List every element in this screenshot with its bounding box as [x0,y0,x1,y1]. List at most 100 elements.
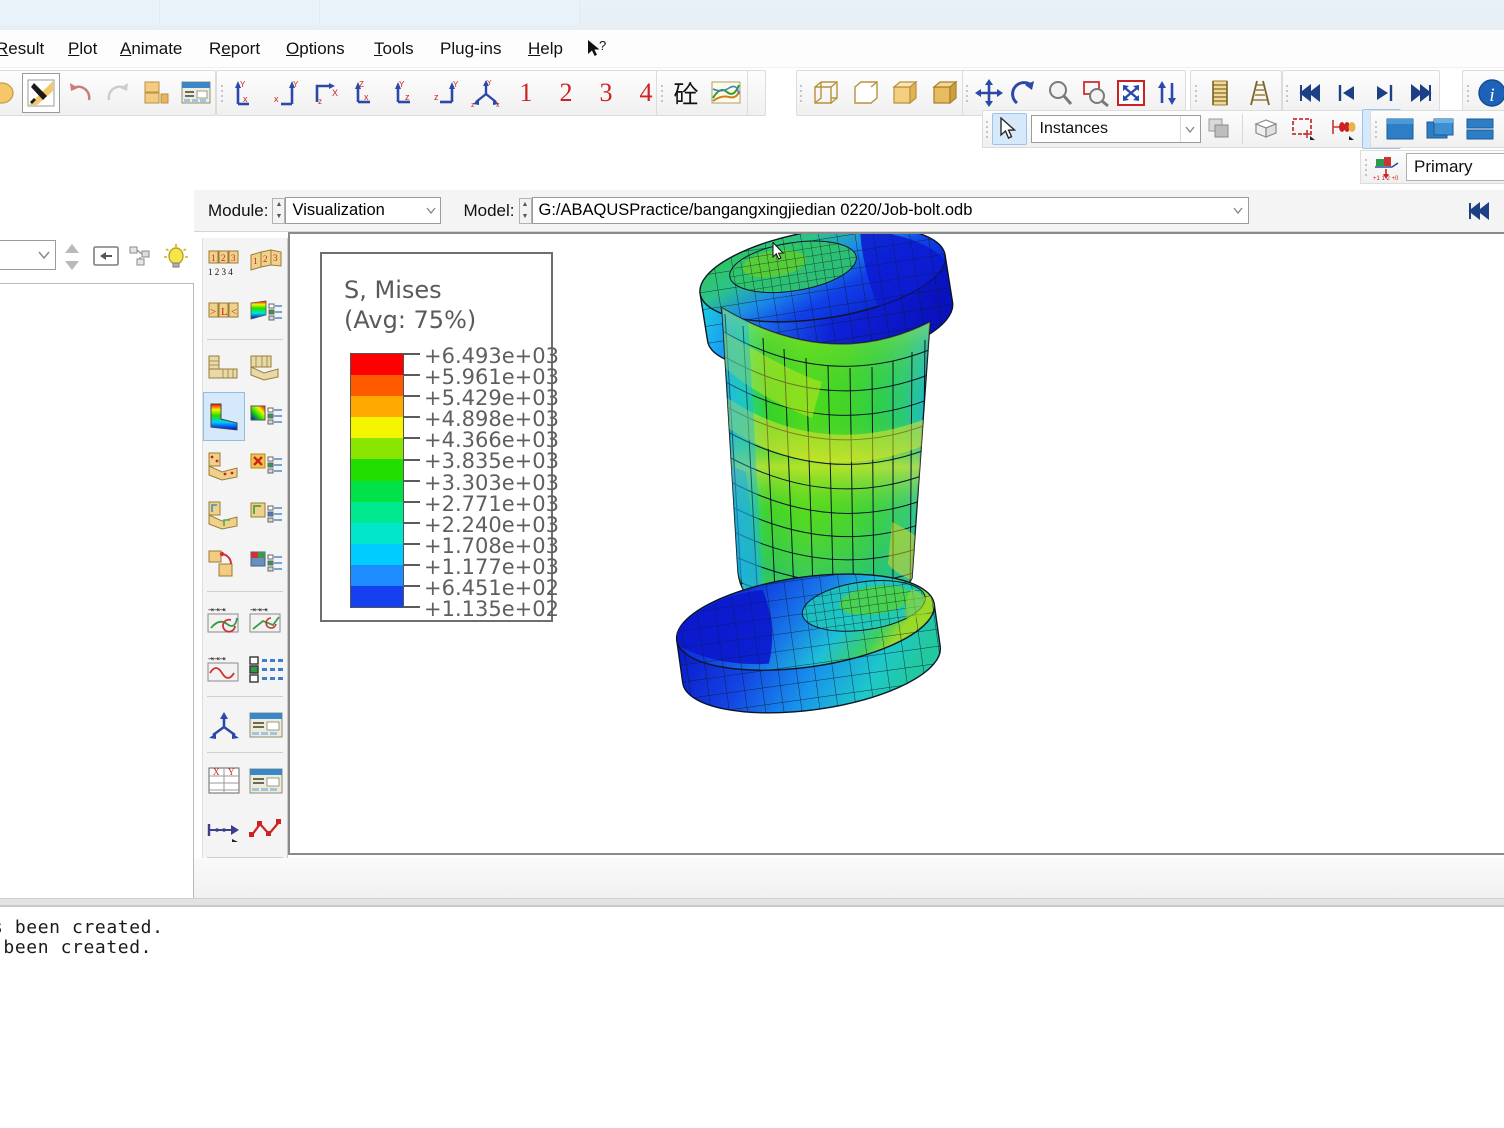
chevron-down-icon[interactable] [1179,116,1200,142]
menu-animate[interactable]: Animate [120,39,182,59]
symbol-plot-icon[interactable] [203,441,245,490]
context-help-icon[interactable]: ? [586,38,608,65]
tree-spinner-icon[interactable] [62,242,82,277]
view-zx-rot-icon[interactable]: Z x [346,73,386,113]
xy-data-from-ascii-icon[interactable]: ⇥⇥⇥ [203,644,245,693]
concrete-plugin-icon[interactable]: 砼 [666,73,706,113]
menu-result[interactable]: RResultesult [0,39,44,59]
message-area[interactable]: s been created. been created. [0,905,1504,1128]
view-yz-icon[interactable]: Y z [386,73,426,113]
menu-options[interactable]: Options [286,39,345,59]
sets-icon[interactable] [128,245,154,274]
replace-group-icon[interactable] [1246,109,1285,149]
model-tree-icon[interactable] [138,73,177,113]
info-icon[interactable]: i [1472,73,1504,113]
create-path-icon[interactable] [203,805,245,854]
view-preset-3[interactable]: 3 [586,73,626,113]
display-group-icon[interactable] [1201,109,1240,149]
plot-symbol-icon[interactable]: > L < [203,287,245,336]
common-options-icon[interactable] [245,343,287,392]
toolbar-grip[interactable] [1283,79,1291,107]
toolbar-grip[interactable] [963,79,971,107]
toolbar-grip[interactable] [1371,115,1380,143]
menu-plot[interactable]: Plot [68,39,97,59]
last-frame-icon[interactable] [1402,73,1439,113]
view-zx-icon[interactable]: X z [306,73,346,113]
chevron-down-icon[interactable] [33,241,55,269]
deformed-bolt-contour-plot[interactable] [630,234,1050,728]
filled-icon[interactable] [925,73,965,113]
superimpose-icon[interactable] [203,539,245,588]
wireframe-icon[interactable] [806,73,846,113]
view-xy-icon[interactable]: Y x [226,73,266,113]
xy-plot-plugin-icon[interactable] [706,73,746,113]
model-spinner[interactable]: ▲ ▼ [518,197,532,224]
iso-view-1-icon[interactable]: Y z x [466,73,506,113]
toolbar-grip[interactable] [1361,153,1370,181]
contour-plot-icon[interactable] [203,392,246,441]
shaded-icon[interactable] [885,73,925,113]
menu-help[interactable]: Help [528,39,563,59]
superimpose-options-icon[interactable] [245,539,287,588]
menu-plugins[interactable]: Plug-ins [440,39,501,59]
chevron-down-icon[interactable] [421,198,440,223]
toolbar-grip[interactable] [217,79,226,107]
toolbar-grip[interactable] [797,79,806,107]
pan-icon[interactable] [971,73,1007,113]
next-frame-icon[interactable] [1365,73,1402,113]
hidden-line-icon[interactable] [846,73,886,113]
cycle-icon[interactable] [1149,73,1185,113]
create-xy-data-icon[interactable]: X Y [203,756,245,805]
first-step-icon[interactable] [1460,191,1500,231]
go-up-folder-icon[interactable] [92,243,120,274]
redo-icon[interactable] [99,73,138,113]
overlay-viewport-icon[interactable] [1420,109,1460,149]
first-frame-icon[interactable] [1291,73,1328,113]
tree-filter-select[interactable] [0,240,56,270]
tile-vertical-icon[interactable] [1500,109,1504,149]
magnify-icon[interactable] [1042,73,1078,113]
open-database-icon[interactable] [0,73,22,113]
create-display-group-icon[interactable] [1285,109,1324,149]
box-zoom-icon[interactable] [1078,73,1114,113]
plot-deformed-icon[interactable]: 1 2 3 [245,238,287,287]
field-output-icon[interactable]: +1 1 2 +0 [1370,152,1404,182]
view-preset-1[interactable]: 1 [506,73,546,113]
tile-horizontal-icon[interactable] [1460,109,1500,149]
auto-fit-icon[interactable] [1114,73,1150,113]
material-orientation-icon[interactable] [203,490,245,539]
rotate-icon[interactable] [1007,73,1043,113]
single-viewport-icon[interactable] [1380,109,1420,149]
menu-tools[interactable]: Tools [374,39,414,59]
path-plot-icon[interactable] [245,805,287,854]
query-probe-icon[interactable] [203,700,245,749]
results-tree-icon[interactable] [176,73,215,113]
select-pointer-icon[interactable] [991,113,1027,145]
toolbar-grip[interactable] [1191,79,1200,107]
plot-undeformed-icon[interactable]: 1 2 3 1 2 3 4 [203,238,245,287]
module-select[interactable]: Visualization [285,197,442,224]
xy-plot-options-icon[interactable] [245,756,287,805]
material-options-icon[interactable] [245,490,287,539]
menu-report[interactable]: Report [209,39,260,59]
perspective-ladder-icon[interactable] [1240,73,1280,113]
view-xy-rot-icon[interactable]: Y x [266,73,306,113]
remove-entities-icon[interactable] [1324,109,1363,149]
xy-data-from-path-icon[interactable]: ⇥⇥⇥ [245,595,287,644]
view-preset-2[interactable]: 2 [546,73,586,113]
undo-icon[interactable] [60,73,99,113]
previous-frame-icon[interactable] [1328,73,1365,113]
contour-options-icon[interactable] [245,392,287,441]
chevron-down-icon[interactable] [1229,198,1248,223]
xy-data-from-odb-icon[interactable]: ⇥⇥⇥ [203,595,245,644]
viewport[interactable]: S, Mises (Avg: 75%) +6.493e+03 +5.961e+03… [288,232,1504,855]
toolbar-grip[interactable] [983,115,992,143]
module-spinner[interactable]: ▲ ▼ [272,197,286,224]
xy-data-manager-icon[interactable] [245,644,287,693]
model-select[interactable]: G:/ABAQUSPractice/bangangxingjiedian 022… [531,197,1249,224]
viewport-canvas[interactable]: S, Mises (Avg: 75%) +6.493e+03 +5.961e+03… [290,234,1504,853]
contour-ladder-icon[interactable] [1200,73,1240,113]
view-yz-rot-icon[interactable]: Y z [426,73,466,113]
toolbar-grip[interactable] [657,79,666,107]
tip-bulb-icon[interactable] [162,243,190,276]
